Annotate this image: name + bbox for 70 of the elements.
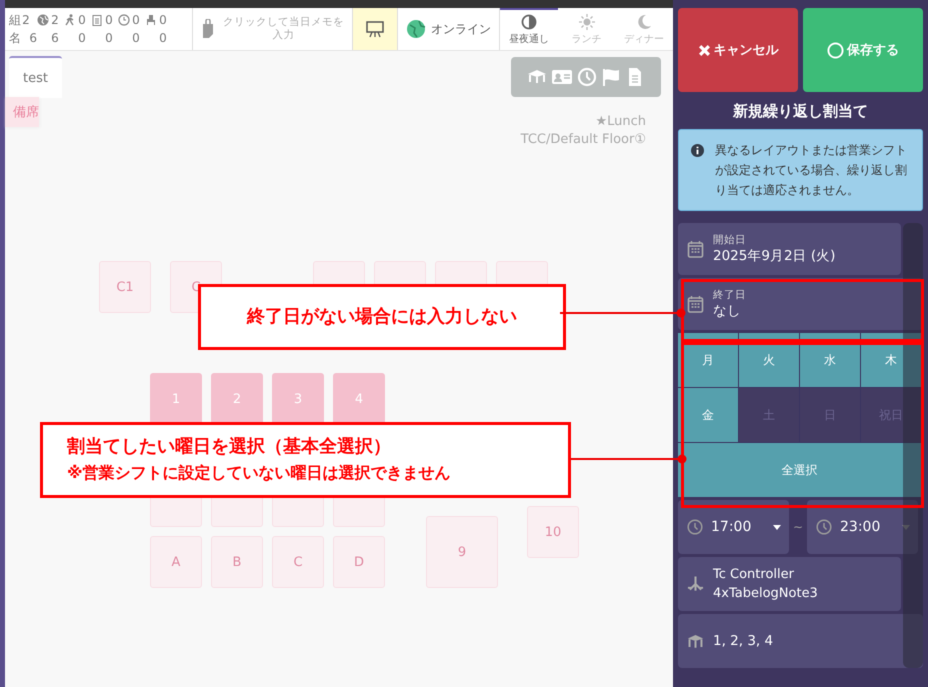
- cancel-button[interactable]: キャンセル: [678, 8, 798, 92]
- sun-icon: [578, 14, 594, 30]
- stat-count: 0: [131, 13, 141, 27]
- tables-field[interactable]: 1, 2, 3, 4: [678, 614, 923, 668]
- stat-label: 組: [9, 12, 21, 28]
- table-seat[interactable]: 1: [150, 373, 202, 425]
- stat-count: 2: [50, 13, 60, 27]
- stat-count: 0: [77, 13, 87, 27]
- controller-field[interactable]: Tc Controller 4xTabelogNote3: [678, 557, 901, 611]
- reserve-seat[interactable]: 備席: [5, 97, 39, 127]
- end-date-field[interactable]: 終了日 なし: [678, 278, 923, 330]
- presentation-board-icon: [365, 19, 385, 39]
- stat-count: 0: [104, 31, 114, 45]
- scrollbar[interactable]: [903, 223, 923, 668]
- stat-count: 0: [158, 13, 168, 27]
- clock-icon[interactable]: [577, 67, 597, 87]
- caret-icon: [902, 524, 910, 530]
- panel-title: 新規繰り返し割当て: [732, 102, 869, 121]
- save-button[interactable]: 保存する: [803, 8, 923, 92]
- table-seat[interactable]: C1: [99, 261, 151, 313]
- moon-icon: [636, 14, 652, 30]
- stat-count: 0: [77, 31, 87, 45]
- caret-icon: [773, 524, 781, 530]
- clock-icon: [816, 519, 832, 535]
- stat-count: 0: [104, 13, 114, 27]
- stat-label: 名: [9, 30, 21, 46]
- clock-icon: [687, 519, 703, 535]
- table-seat[interactable]: 2: [211, 373, 263, 425]
- clock-icon: [118, 14, 130, 26]
- start-date-field[interactable]: 開始日 2025年9月2日 (火): [678, 223, 901, 275]
- branching-icon: [687, 575, 704, 593]
- flag-icon[interactable]: [601, 67, 621, 87]
- start-time-select[interactable]: 17:00: [678, 500, 789, 554]
- callout-tooltip: 終了日がない場合には入力しない: [198, 284, 566, 350]
- range-separator: ~: [792, 520, 804, 534]
- stat-count: 6: [29, 31, 37, 45]
- close-icon: [698, 44, 710, 56]
- chair-icon: [145, 14, 157, 26]
- table-seat[interactable]: 10: [527, 506, 579, 558]
- presentation-button[interactable]: [353, 8, 398, 50]
- globe-icon: [406, 19, 426, 39]
- half-circle-icon: [520, 14, 537, 30]
- table-seat[interactable]: C: [272, 536, 324, 588]
- table-seat[interactable]: A: [150, 536, 202, 588]
- callout-tooltip: 割当てしたい曜日を選択（基本全選択） ※営業シフトに設定していない曜日は選択できません: [40, 422, 571, 498]
- weekday-toggle[interactable]: 金: [678, 388, 738, 442]
- table-seat[interactable]: 4: [333, 373, 385, 425]
- circle-icon: [827, 42, 844, 58]
- table-seat[interactable]: D: [333, 536, 385, 588]
- end-time-select[interactable]: 23:00: [807, 500, 918, 554]
- walking-person-icon: [64, 14, 76, 26]
- shift-name: ★Lunch: [595, 113, 646, 131]
- stat-count: 0: [158, 31, 168, 45]
- stat-count: 0: [131, 31, 141, 45]
- table-seat[interactable]: 3: [272, 373, 324, 425]
- floor-tab[interactable]: test: [9, 56, 62, 98]
- calendar-icon: [687, 295, 704, 313]
- info-icon: [691, 144, 704, 157]
- id-card-icon[interactable]: [551, 67, 573, 87]
- floor-name: TCC/Default Floor①: [520, 131, 646, 149]
- table-icon: [687, 632, 704, 650]
- calendar-icon: [687, 240, 704, 258]
- clipboard-icon: [91, 14, 103, 26]
- table-seat[interactable]: B: [211, 536, 263, 588]
- stat-count: 2: [21, 13, 31, 27]
- stat-count: 6: [50, 31, 60, 45]
- table-seat[interactable]: 9: [426, 516, 498, 588]
- info-text: 異なるレイアウトまたは営業シフトが設定されている場合、繰り返し割り当ては適応されません。: [715, 142, 908, 199]
- select-all-button[interactable]: 全選択: [678, 443, 921, 497]
- globe-icon: [37, 14, 49, 26]
